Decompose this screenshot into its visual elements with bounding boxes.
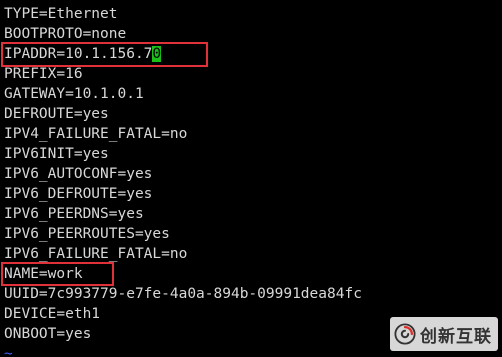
config-line-device: DEVICE=eth1 bbox=[4, 306, 101, 322]
config-line-uuid: UUID=7c993779-e7fe-4a0a-894b-09991dea84f… bbox=[4, 286, 362, 302]
config-line-defroute: DEFROUTE=yes bbox=[4, 106, 109, 122]
config-line-name: NAME=work bbox=[4, 266, 83, 282]
config-line-ipv6-failure-fatal: IPV6_FAILURE_FATAL=no bbox=[4, 246, 188, 262]
watermark-text: 创新互联 bbox=[420, 326, 492, 347]
config-line-ipv6-peerroutes: IPV6_PEERROUTES=yes bbox=[4, 226, 170, 242]
config-line-type: TYPE=Ethernet bbox=[4, 6, 118, 22]
config-line-onboot: ONBOOT=yes bbox=[4, 326, 92, 342]
config-line-ipv4-failure-fatal: IPV4_FAILURE_FATAL=no bbox=[4, 126, 188, 142]
config-line-gateway: GATEWAY=10.1.0.1 bbox=[4, 86, 144, 102]
text-cursor[interactable]: 0 bbox=[152, 46, 162, 62]
config-line-bootproto: BOOTPROTO=none bbox=[4, 26, 127, 42]
empty-line-tilde: ~ bbox=[4, 346, 13, 357]
watermark-logo: 创新互联 bbox=[390, 317, 498, 351]
terminal-window: TYPE=Ethernet BOOTPROTO=none IPADDR=10.1… bbox=[0, 0, 502, 357]
ipaddr-text: IPADDR=10.1.156.7 bbox=[4, 46, 153, 62]
config-line-ipaddr: IPADDR=10.1.156.70 bbox=[4, 44, 362, 64]
config-line-ipv6-autoconf: IPV6_AUTOCONF=yes bbox=[4, 166, 153, 182]
config-line-ipv6-defroute: IPV6_DEFROUTE=yes bbox=[4, 186, 153, 202]
file-content: TYPE=Ethernet BOOTPROTO=none IPADDR=10.1… bbox=[4, 4, 362, 357]
config-line-ipv6-peerdns: IPV6_PEERDNS=yes bbox=[4, 206, 144, 222]
config-line-prefix: PREFIX=16 bbox=[4, 66, 83, 82]
swirl-logo-icon bbox=[394, 323, 416, 345]
config-line-ipv6init: IPV6INIT=yes bbox=[4, 146, 109, 162]
